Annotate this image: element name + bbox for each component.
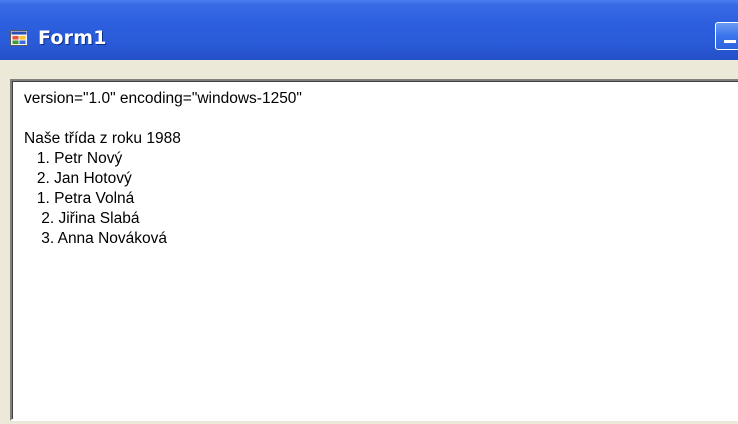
text-line-item: 3. Anna Nováková (24, 230, 168, 247)
text-line-declaration: version="1.0" encoding="windows-1250" (24, 90, 302, 107)
text-output-box[interactable]: version="1.0" encoding="windows-1250" Na… (10, 79, 738, 421)
form-app-icon[interactable] (10, 30, 28, 46)
minimize-icon (724, 40, 736, 43)
minimize-button[interactable] (715, 22, 738, 50)
client-area: version="1.0" encoding="windows-1250" Na… (0, 60, 738, 424)
form1-window: Form1 version="1.0" encoding="windows-12… (0, 0, 738, 424)
window-title: Form1 (38, 27, 107, 49)
text-line-item: 1. Petr Nový (24, 150, 123, 167)
text-line-item: 2. Jan Hotový (24, 170, 132, 187)
text-line-heading: Naše třída z roku 1988 (24, 130, 181, 147)
text-line-item: 2. Jiřina Slabá (24, 210, 140, 227)
text-line-item: 1. Petra Volná (24, 190, 135, 207)
title-bar[interactable]: Form1 (0, 0, 738, 60)
text-line-blank (24, 109, 738, 129)
